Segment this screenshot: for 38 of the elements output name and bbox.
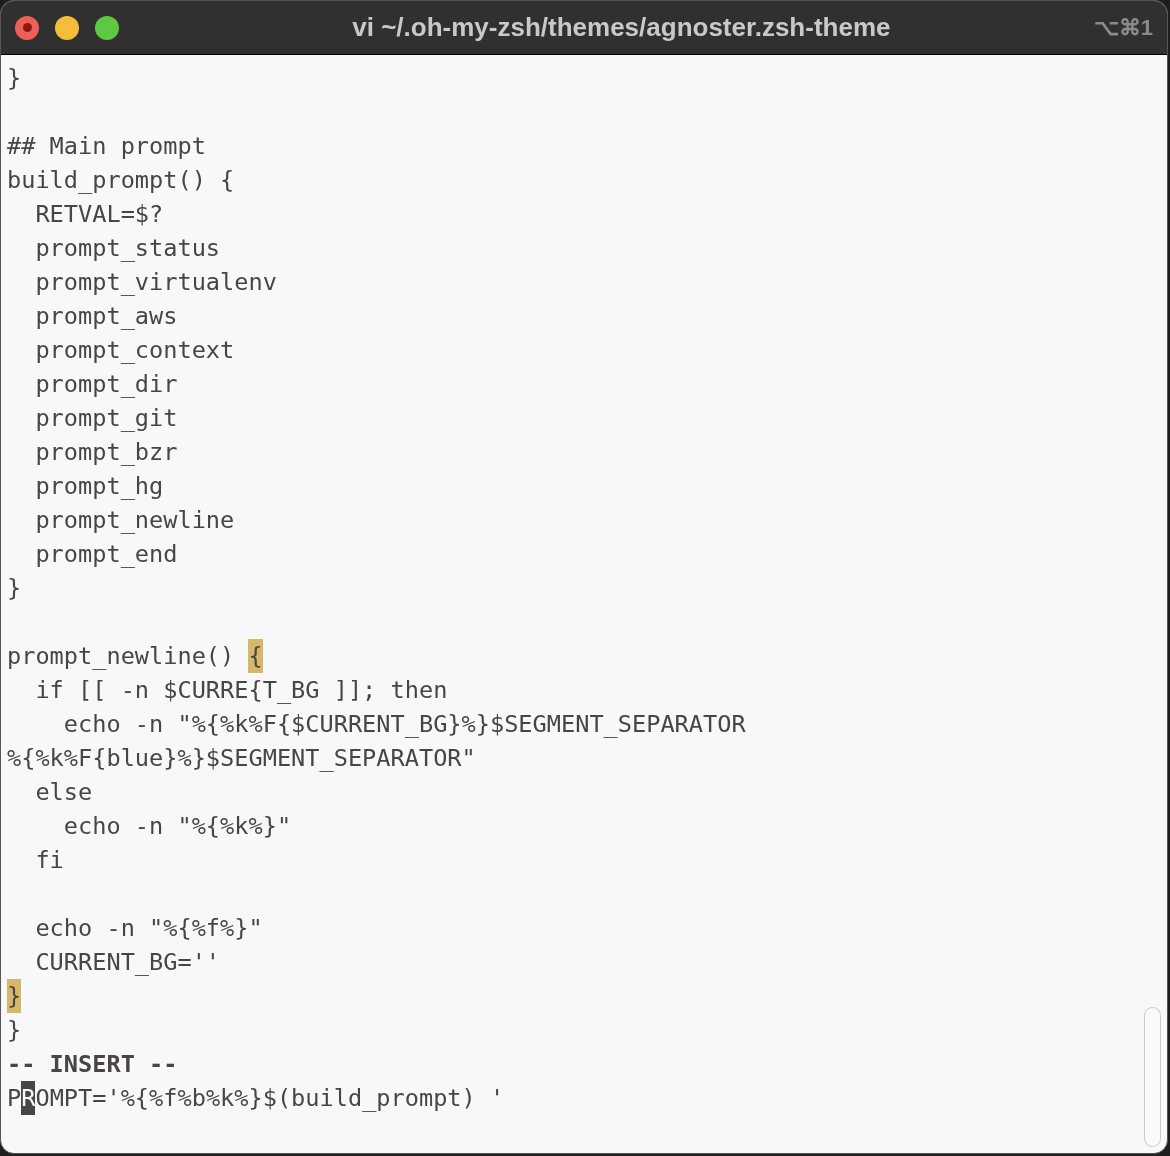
code-line: prompt_status xyxy=(34,233,221,264)
code-line: RETVAL=$? xyxy=(34,199,164,230)
code-text: OMPT='%{%f%b%k%}$(build_prompt) ' xyxy=(35,1083,505,1114)
close-icon xyxy=(22,23,32,32)
code-line: echo -n "%{%k%F{$CURRENT_BG}%}$SEGMENT_SEPARATOR xyxy=(62,709,746,740)
code-line: fi xyxy=(34,845,64,876)
code-line: prompt_context xyxy=(34,335,235,366)
code-line: ## Main prompt xyxy=(7,131,206,162)
code-line: prompt_dir xyxy=(34,369,178,400)
scrollbar-thumb[interactable] xyxy=(1143,1007,1161,1147)
code-text: prompt_newline() xyxy=(7,641,236,672)
window-title: vi ~/.oh-my-zsh/themes/agnoster.zsh-theme xyxy=(352,11,891,44)
minimize-button[interactable] xyxy=(55,15,79,40)
code-line: prompt_bzr xyxy=(34,437,178,468)
code-line: } xyxy=(7,573,22,604)
mode-indicator: -- INSERT -- xyxy=(7,1049,178,1080)
code-line: CURRENT_BG='' xyxy=(34,947,221,978)
code-text: P xyxy=(7,1083,22,1114)
code-line: prompt_git xyxy=(34,403,178,434)
text-cursor: R xyxy=(21,1081,36,1115)
matched-bracket: } xyxy=(7,979,22,1013)
code-line: prompt_end xyxy=(34,539,178,570)
code-line: echo -n "%{%f%}" xyxy=(34,913,263,944)
code-line: } xyxy=(7,1015,22,1046)
code-line: prompt_hg xyxy=(34,471,164,502)
close-button[interactable] xyxy=(15,15,39,40)
code-line: if [[ -n $CURRE{T_BG ]]; then xyxy=(34,675,448,706)
keyboard-shortcut: ⌥⌘1 xyxy=(1093,14,1153,42)
code-line: else xyxy=(34,777,93,808)
code-line: prompt_virtualenv xyxy=(34,267,277,298)
code-line: build_prompt() { xyxy=(7,165,235,196)
code-line: } xyxy=(7,63,22,94)
code-line: prompt_newline xyxy=(34,505,235,536)
code-line: prompt_aws xyxy=(34,301,178,332)
matched-bracket: { xyxy=(248,639,263,673)
code-line: echo -n "%{%k%}" xyxy=(62,811,292,842)
code-line: %{%k%F{blue}%}$SEGMENT_SEPARATOR" xyxy=(7,743,476,774)
zoom-button[interactable] xyxy=(95,15,119,40)
